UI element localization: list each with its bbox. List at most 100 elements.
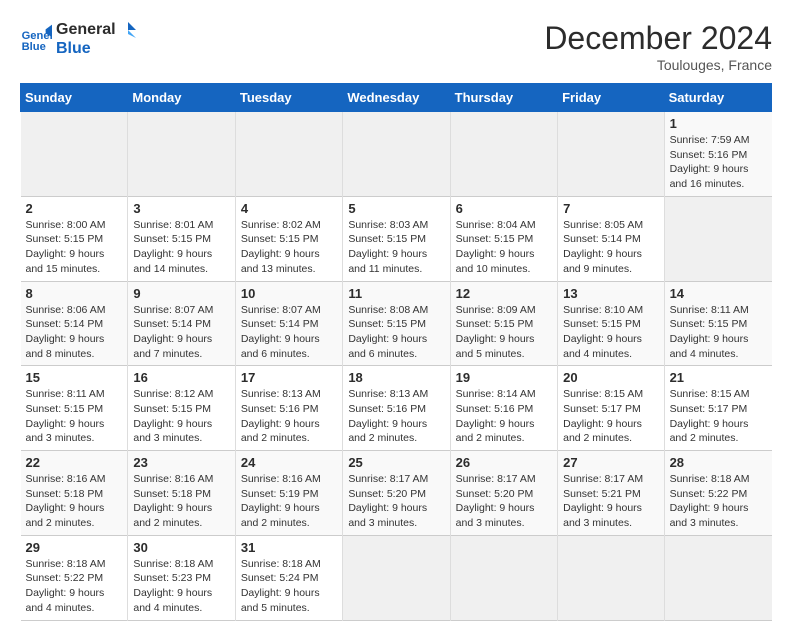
calendar-cell: 28 Sunrise: 8:18 AM Sunset: 5:22 PM Dayl… (664, 451, 771, 536)
day-info: Sunrise: 8:08 AM Sunset: 5:15 PM Dayligh… (348, 303, 444, 362)
logo-arrow-icon (118, 20, 138, 40)
calendar-cell: 9 Sunrise: 8:07 AM Sunset: 5:14 PM Dayli… (128, 281, 235, 366)
day-number: 30 (133, 540, 229, 555)
day-info: Sunrise: 8:09 AM Sunset: 5:15 PM Dayligh… (456, 303, 552, 362)
day-number: 12 (456, 286, 552, 301)
day-info: Sunrise: 7:59 AM Sunset: 5:16 PM Dayligh… (670, 133, 767, 192)
day-info: Sunrise: 8:17 AM Sunset: 5:20 PM Dayligh… (348, 472, 444, 531)
day-info: Sunrise: 8:10 AM Sunset: 5:15 PM Dayligh… (563, 303, 658, 362)
day-number: 19 (456, 370, 552, 385)
calendar-cell: 17 Sunrise: 8:13 AM Sunset: 5:16 PM Dayl… (235, 366, 342, 451)
day-info: Sunrise: 8:02 AM Sunset: 5:15 PM Dayligh… (241, 218, 337, 277)
header-sunday: Sunday (21, 84, 128, 112)
day-number: 8 (26, 286, 123, 301)
calendar-cell (450, 535, 557, 620)
week-row-5: 22 Sunrise: 8:16 AM Sunset: 5:18 PM Dayl… (21, 451, 772, 536)
header-monday: Monday (128, 84, 235, 112)
day-number: 4 (241, 201, 337, 216)
day-number: 10 (241, 286, 337, 301)
day-info: Sunrise: 8:17 AM Sunset: 5:20 PM Dayligh… (456, 472, 552, 531)
header-row: SundayMondayTuesdayWednesdayThursdayFrid… (21, 84, 772, 112)
day-number: 5 (348, 201, 444, 216)
calendar-cell: 20 Sunrise: 8:15 AM Sunset: 5:17 PM Dayl… (558, 366, 664, 451)
calendar-cell (664, 196, 771, 281)
day-number: 11 (348, 286, 444, 301)
calendar-cell (450, 112, 557, 197)
day-info: Sunrise: 8:15 AM Sunset: 5:17 PM Dayligh… (563, 387, 658, 446)
calendar-cell: 31 Sunrise: 8:18 AM Sunset: 5:24 PM Dayl… (235, 535, 342, 620)
day-number: 17 (241, 370, 337, 385)
calendar-cell: 14 Sunrise: 8:11 AM Sunset: 5:15 PM Dayl… (664, 281, 771, 366)
calendar-cell: 1 Sunrise: 7:59 AM Sunset: 5:16 PM Dayli… (664, 112, 771, 197)
calendar-cell: 25 Sunrise: 8:17 AM Sunset: 5:20 PM Dayl… (343, 451, 450, 536)
calendar-cell: 29 Sunrise: 8:18 AM Sunset: 5:22 PM Dayl… (21, 535, 128, 620)
day-number: 23 (133, 455, 229, 470)
day-info: Sunrise: 8:12 AM Sunset: 5:15 PM Dayligh… (133, 387, 229, 446)
calendar-cell (558, 535, 664, 620)
day-number: 21 (670, 370, 767, 385)
day-info: Sunrise: 8:18 AM Sunset: 5:22 PM Dayligh… (670, 472, 767, 531)
header-tuesday: Tuesday (235, 84, 342, 112)
calendar-cell (343, 112, 450, 197)
day-number: 7 (563, 201, 658, 216)
day-info: Sunrise: 8:11 AM Sunset: 5:15 PM Dayligh… (670, 303, 767, 362)
day-number: 28 (670, 455, 767, 470)
week-row-6: 29 Sunrise: 8:18 AM Sunset: 5:22 PM Dayl… (21, 535, 772, 620)
day-number: 18 (348, 370, 444, 385)
day-info: Sunrise: 8:18 AM Sunset: 5:24 PM Dayligh… (241, 557, 337, 616)
calendar-cell: 4 Sunrise: 8:02 AM Sunset: 5:15 PM Dayli… (235, 196, 342, 281)
logo-blue: Blue (56, 40, 138, 58)
day-info: Sunrise: 8:16 AM Sunset: 5:18 PM Dayligh… (133, 472, 229, 531)
calendar-cell: 18 Sunrise: 8:13 AM Sunset: 5:16 PM Dayl… (343, 366, 450, 451)
calendar-cell: 19 Sunrise: 8:14 AM Sunset: 5:16 PM Dayl… (450, 366, 557, 451)
day-info: Sunrise: 8:16 AM Sunset: 5:18 PM Dayligh… (26, 472, 123, 531)
calendar-cell: 16 Sunrise: 8:12 AM Sunset: 5:15 PM Dayl… (128, 366, 235, 451)
day-info: Sunrise: 8:01 AM Sunset: 5:15 PM Dayligh… (133, 218, 229, 277)
calendar-cell (235, 112, 342, 197)
calendar-cell: 10 Sunrise: 8:07 AM Sunset: 5:14 PM Dayl… (235, 281, 342, 366)
calendar-cell (128, 112, 235, 197)
day-number: 25 (348, 455, 444, 470)
day-info: Sunrise: 8:18 AM Sunset: 5:22 PM Dayligh… (26, 557, 123, 616)
day-info: Sunrise: 8:11 AM Sunset: 5:15 PM Dayligh… (26, 387, 123, 446)
day-info: Sunrise: 8:04 AM Sunset: 5:15 PM Dayligh… (456, 218, 552, 277)
calendar-cell: 30 Sunrise: 8:18 AM Sunset: 5:23 PM Dayl… (128, 535, 235, 620)
header-saturday: Saturday (664, 84, 771, 112)
day-number: 31 (241, 540, 337, 555)
day-number: 3 (133, 201, 229, 216)
calendar-table: SundayMondayTuesdayWednesdayThursdayFrid… (20, 83, 772, 621)
day-number: 22 (26, 455, 123, 470)
day-info: Sunrise: 8:07 AM Sunset: 5:14 PM Dayligh… (133, 303, 229, 362)
calendar-cell: 6 Sunrise: 8:04 AM Sunset: 5:15 PM Dayli… (450, 196, 557, 281)
week-row-2: 2 Sunrise: 8:00 AM Sunset: 5:15 PM Dayli… (21, 196, 772, 281)
week-row-4: 15 Sunrise: 8:11 AM Sunset: 5:15 PM Dayl… (21, 366, 772, 451)
calendar-cell (343, 535, 450, 620)
logo-general: General (56, 21, 116, 39)
calendar-cell: 15 Sunrise: 8:11 AM Sunset: 5:15 PM Dayl… (21, 366, 128, 451)
day-info: Sunrise: 8:06 AM Sunset: 5:14 PM Dayligh… (26, 303, 123, 362)
calendar-cell: 21 Sunrise: 8:15 AM Sunset: 5:17 PM Dayl… (664, 366, 771, 451)
day-info: Sunrise: 8:17 AM Sunset: 5:21 PM Dayligh… (563, 472, 658, 531)
svg-text:Blue: Blue (22, 41, 46, 53)
day-number: 14 (670, 286, 767, 301)
calendar-cell: 27 Sunrise: 8:17 AM Sunset: 5:21 PM Dayl… (558, 451, 664, 536)
calendar-cell: 3 Sunrise: 8:01 AM Sunset: 5:15 PM Dayli… (128, 196, 235, 281)
day-info: Sunrise: 8:07 AM Sunset: 5:14 PM Dayligh… (241, 303, 337, 362)
header-friday: Friday (558, 84, 664, 112)
calendar-cell: 23 Sunrise: 8:16 AM Sunset: 5:18 PM Dayl… (128, 451, 235, 536)
page-header: General Blue General Blue December 2024 … (20, 20, 772, 73)
day-number: 9 (133, 286, 229, 301)
day-info: Sunrise: 8:13 AM Sunset: 5:16 PM Dayligh… (241, 387, 337, 446)
day-info: Sunrise: 8:05 AM Sunset: 5:14 PM Dayligh… (563, 218, 658, 277)
calendar-cell: 7 Sunrise: 8:05 AM Sunset: 5:14 PM Dayli… (558, 196, 664, 281)
location: Toulouges, France (544, 57, 772, 73)
day-info: Sunrise: 8:03 AM Sunset: 5:15 PM Dayligh… (348, 218, 444, 277)
calendar-cell: 2 Sunrise: 8:00 AM Sunset: 5:15 PM Dayli… (21, 196, 128, 281)
logo-icon: General Blue (20, 23, 52, 55)
calendar-cell: 12 Sunrise: 8:09 AM Sunset: 5:15 PM Dayl… (450, 281, 557, 366)
day-number: 24 (241, 455, 337, 470)
day-info: Sunrise: 8:15 AM Sunset: 5:17 PM Dayligh… (670, 387, 767, 446)
day-number: 1 (670, 116, 767, 131)
calendar-cell: 5 Sunrise: 8:03 AM Sunset: 5:15 PM Dayli… (343, 196, 450, 281)
calendar-cell (664, 535, 771, 620)
